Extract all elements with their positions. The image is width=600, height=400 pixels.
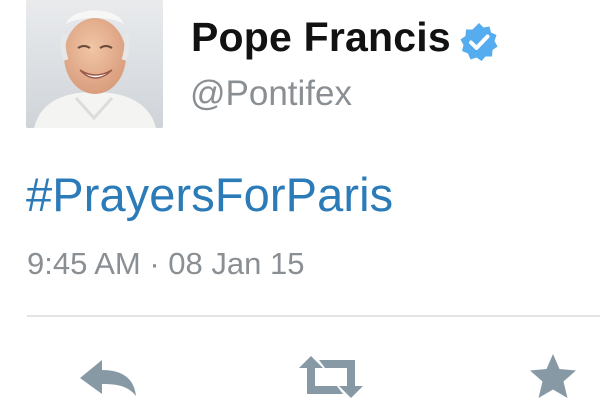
tweet-timestamp[interactable]: 9:45 AM · 08 Jan 15	[27, 246, 304, 282]
tweet-card: Pope Francis @Pontifex #PrayersForParis …	[0, 0, 600, 400]
star-icon	[530, 354, 576, 398]
reply-button[interactable]	[76, 356, 140, 400]
profile-photo	[26, 0, 163, 128]
avatar[interactable]	[26, 0, 163, 128]
display-name[interactable]: Pope Francis	[191, 14, 451, 61]
user-handle[interactable]: @Pontifex	[190, 74, 352, 114]
hashtag-link[interactable]: #PrayersForParis	[26, 167, 393, 222]
favorite-button[interactable]	[526, 352, 580, 400]
reply-icon	[80, 360, 136, 396]
retweet-button[interactable]	[297, 354, 365, 400]
verified-badge-icon	[459, 22, 499, 62]
retweet-icon	[299, 356, 363, 398]
divider	[27, 315, 600, 317]
